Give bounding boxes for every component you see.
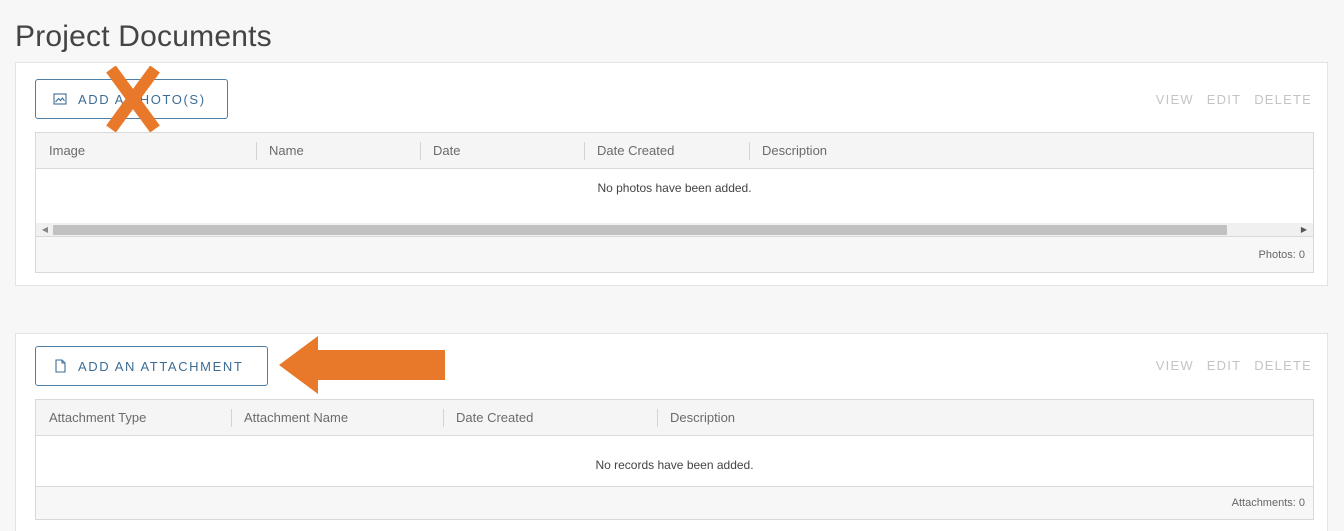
photos-edit-action[interactable]: EDIT <box>1207 92 1241 107</box>
photos-view-action[interactable]: VIEW <box>1156 92 1194 107</box>
photos-footer: Photos: 0 <box>36 236 1313 272</box>
attachments-empty-message: No records have been added. <box>595 458 754 472</box>
column-header-name[interactable]: Name <box>256 133 420 169</box>
attachments-delete-action[interactable]: DELETE <box>1254 358 1312 373</box>
photos-panel: ADD A PHOTO(S) VIEW EDIT DELETE Image Na… <box>15 62 1328 286</box>
add-photo-button[interactable]: ADD A PHOTO(S) <box>35 79 228 119</box>
photos-table-header: Image Name Date Date Created Description <box>36 133 1313 169</box>
column-header-date-created[interactable]: Date Created <box>584 133 749 169</box>
add-photo-button-label: ADD A PHOTO(S) <box>78 91 206 107</box>
attachments-footer: Attachments: 0 <box>36 486 1313 519</box>
photos-actions: VIEW EDIT DELETE <box>1156 92 1312 107</box>
attachments-edit-action[interactable]: EDIT <box>1207 358 1241 373</box>
add-attachment-button[interactable]: ADD AN ATTACHMENT <box>35 346 268 386</box>
page-title: Project Documents <box>15 20 272 53</box>
page: Project Documents ADD A PHOTO(S) VIEW ED… <box>0 0 1344 531</box>
photos-delete-action[interactable]: DELETE <box>1254 92 1312 107</box>
attachments-panel: ADD AN ATTACHMENT VIEW EDIT DELETE Attac… <box>15 333 1328 531</box>
photos-horizontal-scrollbar[interactable]: ◀ ▶ <box>36 223 1313 237</box>
image-icon <box>53 92 67 106</box>
photos-count: Photos: 0 <box>1258 249 1305 261</box>
attachments-actions: VIEW EDIT DELETE <box>1156 358 1312 373</box>
column-header-attachment-name[interactable]: Attachment Name <box>231 400 443 436</box>
attachments-table: Attachment Type Attachment Name Date Cre… <box>35 399 1314 520</box>
add-attachment-button-label: ADD AN ATTACHMENT <box>78 358 244 374</box>
photos-empty-message: No photos have been added. <box>597 181 752 195</box>
column-header-image[interactable]: Image <box>36 133 256 169</box>
arrow-left-icon[interactable]: ◀ <box>38 223 52 237</box>
attachments-table-header: Attachment Type Attachment Name Date Cre… <box>36 400 1313 436</box>
column-header-attachment-type[interactable]: Attachment Type <box>36 400 231 436</box>
scrollbar-thumb[interactable] <box>53 225 1227 235</box>
photos-table: Image Name Date Date Created Description… <box>35 132 1314 273</box>
arrow-right-icon[interactable]: ▶ <box>1297 223 1311 237</box>
column-header-date[interactable]: Date <box>420 133 584 169</box>
column-header-description[interactable]: Description <box>749 133 1049 169</box>
document-icon <box>53 359 67 373</box>
attachments-count: Attachments: 0 <box>1231 497 1305 509</box>
attachments-view-action[interactable]: VIEW <box>1156 358 1194 373</box>
column-header-description[interactable]: Description <box>657 400 957 436</box>
column-header-date-created[interactable]: Date Created <box>443 400 657 436</box>
